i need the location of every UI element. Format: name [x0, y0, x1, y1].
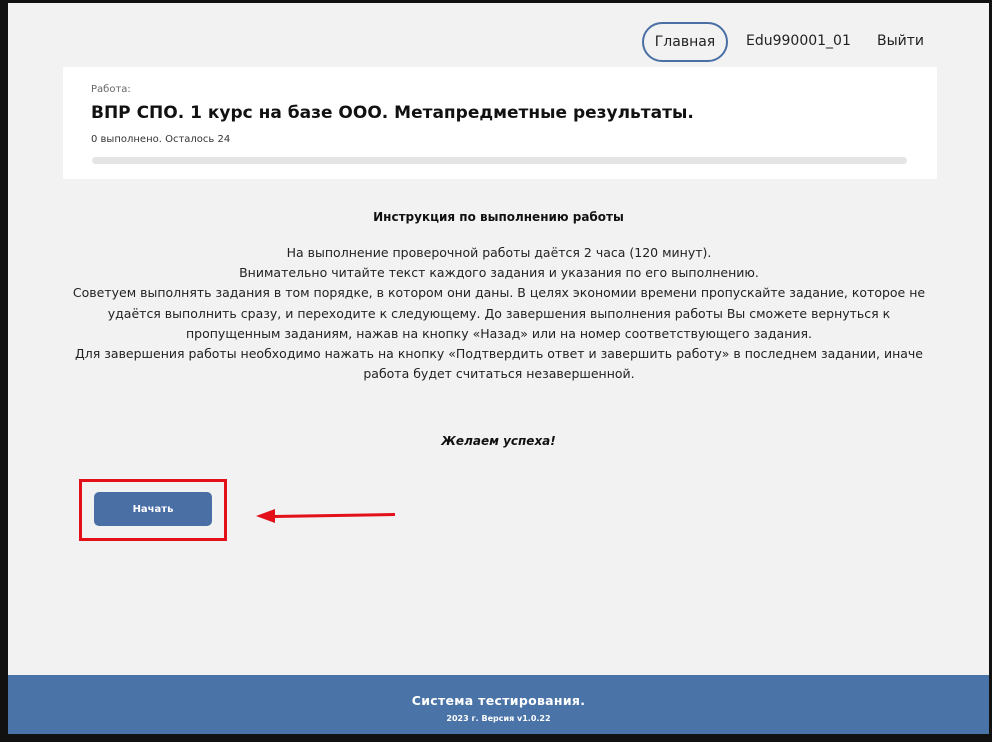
instructions-body: На выполнение проверочной работы даётся …: [68, 243, 930, 384]
nav-logout-link[interactable]: Выйти: [877, 33, 924, 49]
work-info-card: Работа: ВПР СПО. 1 курс на базе ООО. Мет…: [63, 67, 937, 179]
good-luck-text: Желаем успеха!: [441, 434, 556, 448]
instructions-title: Инструкция по выполнению работы: [373, 210, 624, 224]
top-navigation: Главная Edu990001_01 Выйти: [8, 22, 989, 64]
work-label: Работа:: [91, 84, 131, 95]
nav-home-link[interactable]: Главная: [642, 22, 728, 62]
nav-user-name[interactable]: Edu990001_01: [746, 33, 851, 49]
work-progress-bar: [92, 157, 907, 164]
start-button[interactable]: Начать: [94, 492, 212, 526]
instructions-paragraph: Внимательно читайте текст каждого задани…: [239, 265, 759, 281]
footer-title: Система тестирования.: [411, 693, 586, 708]
app-window: Главная Edu990001_01 Выйти Работа: ВПР С…: [0, 0, 992, 742]
instructions-paragraph: Советуем выполнять задания в том порядке…: [72, 285, 926, 341]
work-title: ВПР СПО. 1 курс на базе ООО. Метапредмет…: [91, 103, 694, 123]
left-arrow-icon: [256, 509, 396, 523]
footer: Система тестирования. 2023 г. Версия v1.…: [8, 675, 989, 734]
work-progress-text: 0 выполнено. Осталось 24: [91, 134, 231, 145]
footer-version: 2023 г. Версия v1.0.22: [446, 714, 551, 723]
instructions-paragraph: На выполнение проверочной работы даётся …: [286, 245, 712, 260]
instructions-paragraph: Для завершения работы необходимо нажать …: [75, 346, 923, 382]
